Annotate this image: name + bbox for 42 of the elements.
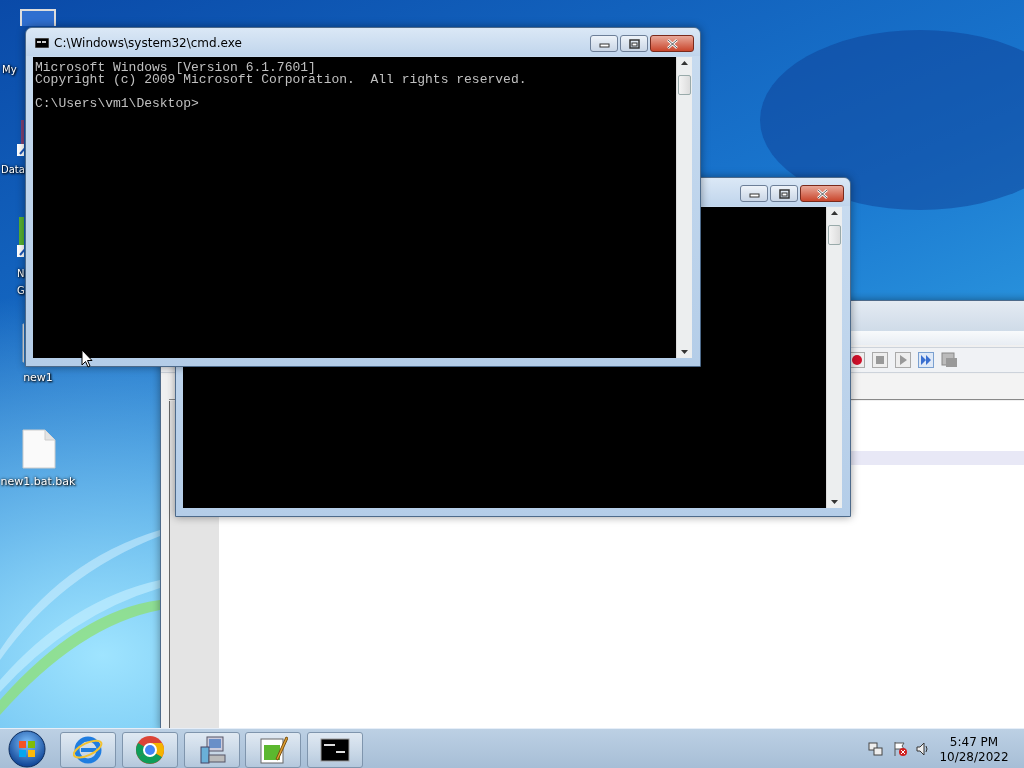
fast-forward-icon[interactable] — [918, 352, 934, 368]
icon-label[interactable]: new1 — [23, 370, 53, 386]
minimize-button[interactable] — [740, 185, 768, 202]
start-button[interactable] — [8, 730, 46, 768]
minimize-button[interactable] — [590, 35, 618, 52]
console-icon — [320, 735, 350, 765]
close-icon — [815, 188, 829, 199]
scroll-thumb[interactable] — [678, 75, 691, 95]
clock-time: 5:47 PM — [948, 735, 1000, 750]
scroll-down-icon[interactable] — [831, 500, 838, 504]
icon-label[interactable]: G — [17, 283, 25, 299]
console-area[interactable]: Microsoft Windows [Version 6.1.7601] Copyright (c) 2009 Microsoft Corporation. All rights reserved. C:\Users\vm1\Desktop> — [33, 57, 676, 358]
taskbar-button[interactable] — [307, 732, 363, 768]
clock[interactable]: 5:47 PM 10/28/2022 — [936, 735, 1012, 765]
maximize-icon — [777, 188, 791, 199]
clock-date: 10/28/2022 — [938, 750, 1010, 765]
icon-label[interactable]: N — [17, 266, 25, 282]
network-icon[interactable] — [868, 741, 883, 757]
console-output: Microsoft Windows [Version 6.1.7601] Copyright (c) 2009 Microsoft Corporation. All rights reserved. C:\Users\vm1\Desktop> — [34, 59, 528, 113]
scroll-up-icon[interactable] — [681, 61, 688, 65]
close-button[interactable] — [650, 35, 694, 52]
console-icon — [35, 38, 49, 48]
scrollbar[interactable] — [826, 207, 842, 508]
scroll-thumb[interactable] — [828, 225, 841, 245]
computer-icon — [197, 735, 227, 765]
scrollbar[interactable] — [676, 57, 692, 358]
scroll-down-icon[interactable] — [681, 350, 688, 354]
cursor-icon — [81, 349, 93, 368]
icon-label[interactable]: My — [2, 62, 17, 78]
globe-icon — [73, 735, 103, 765]
flag-icon[interactable] — [892, 741, 907, 757]
maximize-button[interactable] — [620, 35, 648, 52]
notepad-icon — [258, 735, 288, 765]
browser-icon — [135, 735, 165, 765]
speaker-icon[interactable] — [915, 741, 930, 757]
maximize-button[interactable] — [770, 185, 798, 202]
macro-list-icon[interactable] — [941, 352, 957, 368]
maximize-icon — [627, 38, 641, 49]
window-title: C:\Windows\system32\cmd.exe — [54, 36, 242, 51]
close-icon — [665, 38, 679, 49]
icon-label[interactable]: Data — [1, 162, 25, 178]
close-button[interactable] — [800, 185, 844, 202]
